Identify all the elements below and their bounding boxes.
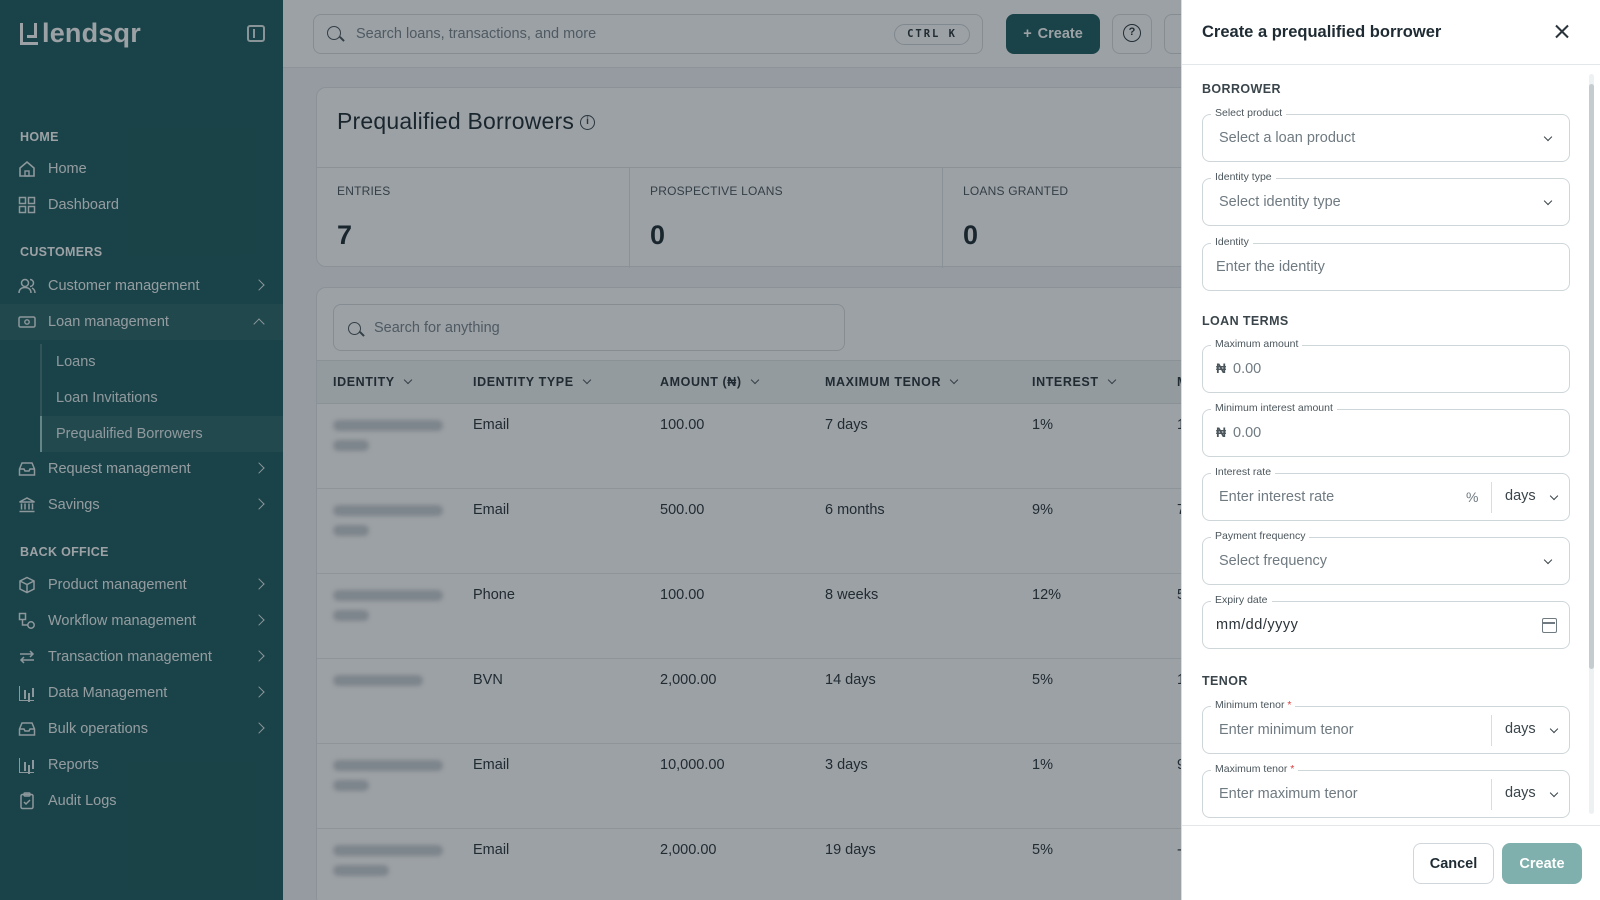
group-tenor-label: TENOR [1202,674,1248,688]
cancel-button[interactable]: Cancel [1413,843,1494,884]
naira-symbol: ₦ [1216,424,1227,440]
close-icon[interactable] [1552,22,1572,42]
chevron-down-icon [1549,491,1559,501]
chevron-down-icon [1549,724,1559,734]
divider [1491,779,1492,810]
product-select[interactable]: Select product Select a loan product [1202,107,1570,162]
required-marker: * [1287,699,1292,711]
calendar-icon[interactable] [1542,618,1557,633]
chevron-down-icon [1549,788,1559,798]
divider [1491,715,1492,746]
chevron-down-icon [1543,196,1553,206]
submit-create-button[interactable]: Create [1502,843,1582,884]
divider [1491,482,1492,513]
minimum-tenor-unit-select[interactable]: days [1505,721,1536,737]
drawer-form: BORROWER Select product Select a loan pr… [1182,65,1600,825]
drawer-footer: Cancel Create [1182,825,1600,900]
payment-frequency-select[interactable]: Payment frequency Select frequency [1202,530,1570,585]
drawer-title: Create a prequalified borrower [1202,23,1442,41]
create-borrower-drawer: Create a prequalified borrower BORROWER … [1181,0,1600,900]
scrollbar-thumb[interactable] [1589,84,1594,669]
maximum-tenor-input[interactable]: Maximum tenor * Enter maximum tenor days [1202,763,1570,818]
naira-symbol: ₦ [1216,360,1227,376]
chevron-down-icon [1543,132,1553,142]
group-loan-terms-label: LOAN TERMS [1202,314,1289,328]
identity-type-select[interactable]: Identity type Select identity type [1202,171,1570,226]
percent-suffix: % [1466,489,1479,505]
modal-backdrop[interactable] [0,0,1181,900]
drawer-header: Create a prequalified borrower [1182,0,1600,65]
drawer-scrollbar[interactable] [1589,74,1594,814]
minimum-interest-amount-input[interactable]: Minimum interest amount ₦ 0.00 [1202,402,1570,457]
interest-unit-select[interactable]: days [1505,488,1536,504]
chevron-down-icon [1543,555,1553,565]
expiry-date-input[interactable]: Expiry date mm/dd/yyyy [1202,594,1570,649]
required-marker: * [1290,763,1295,775]
group-borrower-label: BORROWER [1202,82,1281,96]
interest-rate-input[interactable]: Interest rate Enter interest rate % days [1202,466,1570,521]
maximum-amount-input[interactable]: Maximum amount ₦ 0.00 [1202,338,1570,393]
identity-input[interactable]: Identity Enter the identity [1202,236,1570,291]
maximum-tenor-unit-select[interactable]: days [1505,785,1536,801]
minimum-tenor-input[interactable]: Minimum tenor * Enter minimum tenor days [1202,699,1570,754]
